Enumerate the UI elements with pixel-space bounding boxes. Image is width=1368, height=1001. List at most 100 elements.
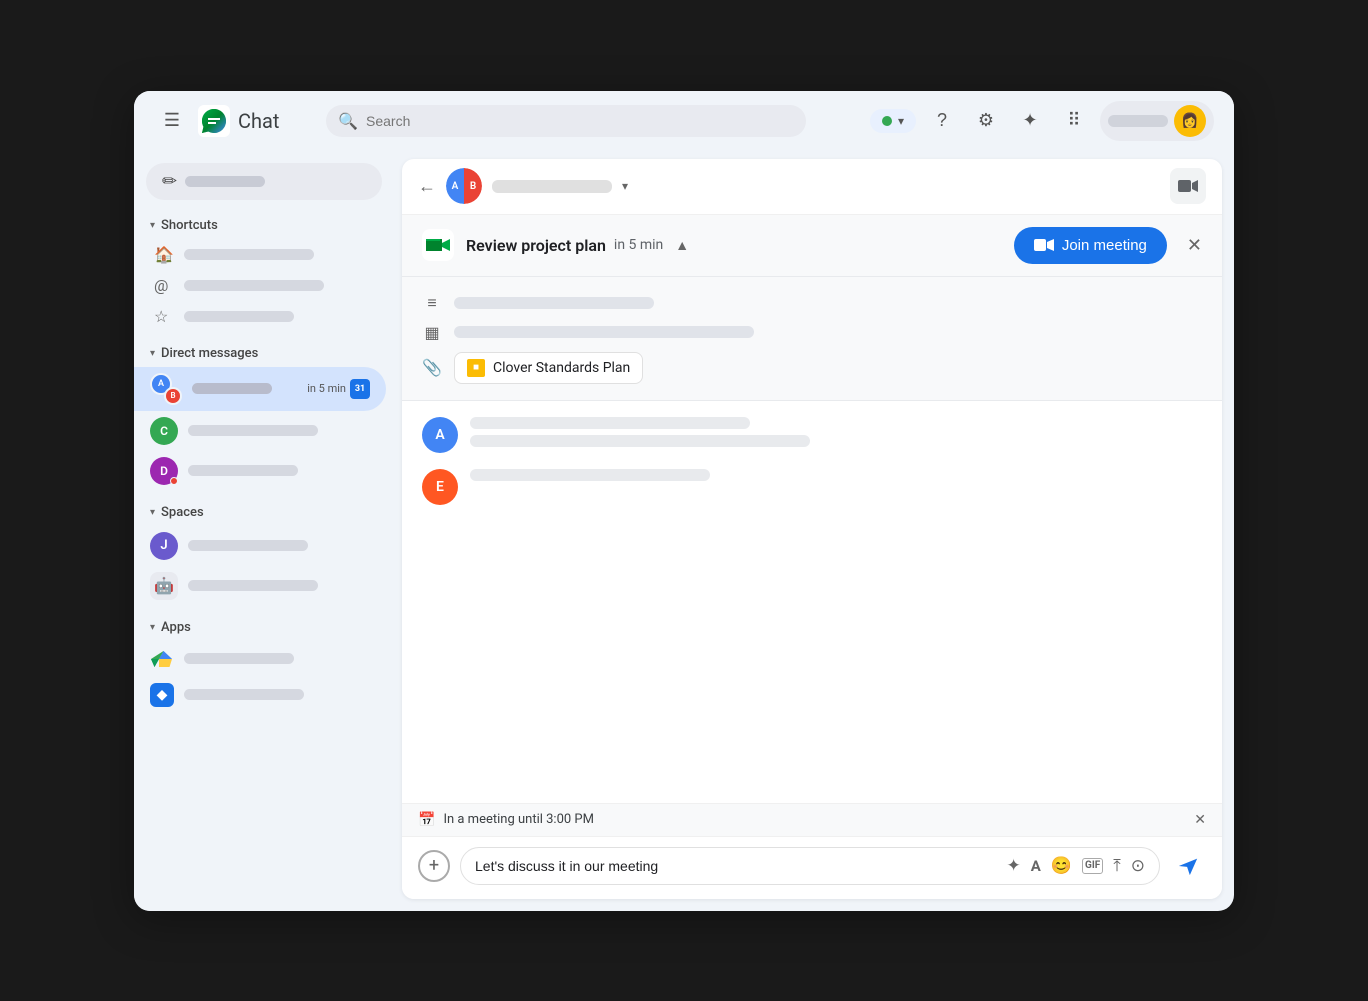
upload-icon[interactable]: ⤒ — [1113, 856, 1121, 876]
dm-item-1[interactable]: C — [134, 411, 386, 451]
main-layout: ✏ ▾ Shortcuts 🏠 @ ☆ ▾ — [134, 151, 1234, 911]
dm-label-wrap-0 — [192, 383, 297, 394]
meeting-banner: Review project plan in 5 min ▲ Join meet… — [402, 215, 1222, 277]
search-input[interactable] — [326, 105, 806, 137]
space-icon-j: J — [150, 532, 178, 560]
apps-item-diamond[interactable]: ◆ — [134, 677, 386, 713]
meeting-title-row: Review project plan in 5 min ▲ — [466, 236, 1002, 255]
chevron-apps-icon: ▾ — [150, 622, 155, 633]
chat-logo-icon — [198, 105, 230, 137]
search-bar[interactable]: 🔍 — [326, 105, 806, 137]
star-icon: ☆ — [154, 307, 174, 326]
shortcut-home-item[interactable]: 🏠 — [134, 239, 386, 270]
join-meeting-button[interactable]: Join meeting — [1014, 227, 1167, 264]
dm-label: Direct messages — [161, 346, 258, 361]
apps-item-drive[interactable] — [134, 641, 386, 677]
compose-icon: ✏ — [162, 171, 177, 192]
mention-icon: @ — [154, 276, 174, 295]
sparkle-icon[interactable]: ✦ — [1007, 856, 1021, 876]
list-icon: ≡ — [422, 293, 442, 313]
calendar-badge-icon: 31 — [350, 379, 370, 399]
message-row-1: E — [422, 469, 1202, 505]
dm-name-bar-1 — [188, 425, 318, 436]
logo-area: ☰ Chat — [154, 103, 314, 139]
chevron-dm-icon: ▾ — [150, 348, 155, 359]
dm-meta-0: in 5 min 31 — [307, 379, 370, 399]
dm-item-0[interactable]: A B in 5 min 31 — [134, 367, 386, 411]
shortcuts-section-header[interactable]: ▾ Shortcuts — [134, 212, 394, 239]
shortcut-home-label — [184, 249, 314, 260]
spaces-item-0[interactable]: J — [134, 526, 386, 566]
gemini-button[interactable]: ✦ — [1012, 103, 1048, 139]
dm-section-header[interactable]: ▾ Direct messages — [134, 340, 394, 367]
dm-item-2[interactable]: D — [134, 451, 386, 491]
close-banner-button[interactable]: ✕ — [1187, 235, 1202, 256]
robot-icon: 🤖 — [150, 572, 178, 600]
chat-header-chevron-icon[interactable]: ▾ — [622, 179, 628, 193]
diamond-app-icon: ◆ — [150, 683, 174, 707]
msg-content-1 — [470, 469, 1202, 481]
record-icon[interactable]: ⊙ — [1131, 856, 1145, 876]
status-dot-icon — [882, 116, 892, 126]
status-close-button[interactable]: ✕ — [1194, 812, 1206, 828]
topbar: ☰ Chat 🔍 — [134, 91, 1234, 151]
chevron-down-icon: ▾ — [898, 114, 904, 128]
join-meeting-label: Join meeting — [1062, 237, 1147, 254]
doc-icon: ■ — [467, 359, 485, 377]
shortcut-starred-item[interactable]: ☆ — [134, 301, 386, 332]
format-text-icon[interactable]: A — [1031, 857, 1041, 875]
topbar-actions: ▾ ? ⚙ ✦ ⠿ 👩 — [870, 101, 1214, 141]
detail-row-0: ≡ — [422, 293, 1202, 313]
msg-content-0 — [470, 417, 1202, 447]
spaces-section-header[interactable]: ▾ Spaces — [134, 499, 394, 526]
spaces-label: Spaces — [161, 505, 204, 520]
shortcut-mention-item[interactable]: @ — [134, 270, 386, 301]
attachment-chip[interactable]: ■ Clover Standards Plan — [454, 352, 643, 384]
hamburger-button[interactable]: ☰ — [154, 103, 190, 139]
search-icon: 🔍 — [338, 111, 358, 130]
collapse-meeting-button[interactable]: ▲ — [675, 237, 689, 254]
detail-bar-1 — [454, 326, 754, 338]
emoji-icon[interactable]: 😊 — [1051, 856, 1072, 876]
new-chat-button[interactable]: ✏ — [146, 163, 382, 200]
status-bar-text: In a meeting until 3:00 PM — [443, 812, 1186, 827]
apps-grid-button[interactable]: ⠿ — [1056, 103, 1092, 139]
message-input[interactable] — [475, 858, 997, 874]
add-button[interactable]: + — [418, 850, 450, 882]
chevron-spaces-icon: ▾ — [150, 507, 155, 518]
app-diamond-label — [184, 689, 304, 700]
settings-button[interactable]: ⚙ — [968, 103, 1004, 139]
shortcut-mention-label — [184, 280, 324, 291]
msg-avatar-1: E — [422, 469, 458, 505]
back-button[interactable]: ← — [418, 176, 436, 197]
msg-bar-0b — [470, 435, 810, 447]
app-title: Chat — [238, 109, 279, 133]
dm-avatar-wrap-2: D — [150, 457, 178, 485]
join-video-icon — [1034, 238, 1054, 252]
spaces-item-1[interactable]: 🤖 — [134, 566, 386, 606]
shortcut-starred-label — [184, 311, 294, 322]
help-button[interactable]: ? — [924, 103, 960, 139]
send-button[interactable] — [1170, 848, 1206, 884]
apps-section-header[interactable]: ▾ Apps — [134, 614, 394, 641]
shortcuts-label: Shortcuts — [161, 218, 218, 233]
chat-messages: A E — [402, 401, 1222, 803]
calendar-mini-icon: 📅 — [418, 812, 435, 828]
app-drive-label — [184, 653, 294, 664]
msg-bar-1a — [470, 469, 710, 481]
chat-name-bar — [492, 180, 612, 193]
user-chip[interactable]: 👩 — [1100, 101, 1214, 141]
home-icon: 🏠 — [154, 245, 174, 264]
dm-avatar-b-0: B — [164, 387, 182, 405]
chat-panel: ← A B ▾ — [402, 159, 1222, 899]
detail-bar-0 — [454, 297, 654, 309]
status-pill[interactable]: ▾ — [870, 109, 916, 133]
user-avatar: 👩 — [1174, 105, 1206, 137]
msg-avatar-0: A — [422, 417, 458, 453]
video-call-button[interactable] — [1170, 168, 1206, 204]
gif-button[interactable]: GIF — [1082, 858, 1103, 874]
chat-header: ← A B ▾ — [402, 159, 1222, 215]
dm-avatar-1: C — [150, 417, 178, 445]
space-name-1 — [188, 580, 318, 591]
dm-avatar-group-0: A B — [150, 373, 182, 405]
